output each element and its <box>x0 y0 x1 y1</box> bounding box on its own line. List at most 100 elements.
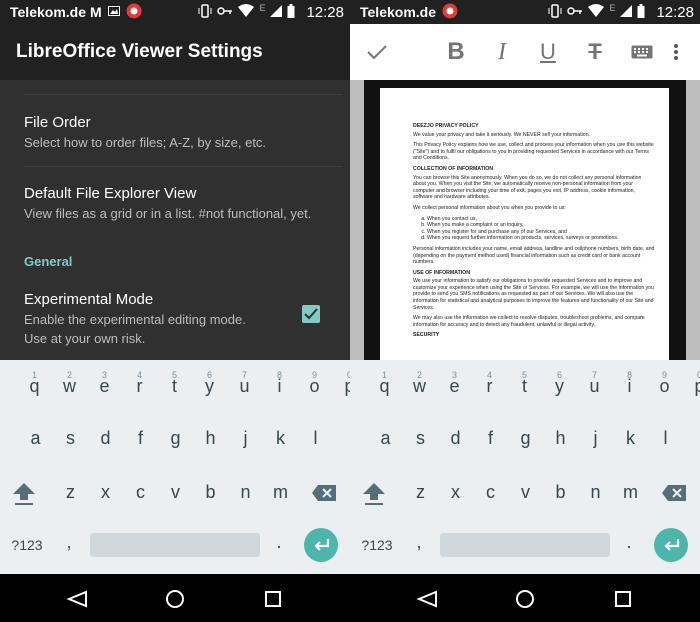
vibrate-icon <box>548 3 562 21</box>
key-q[interactable]: 1q <box>17 370 52 397</box>
italic-button[interactable]: I <box>489 24 515 80</box>
key-i[interactable]: 8i <box>612 370 647 397</box>
key-c[interactable]: c <box>473 482 508 503</box>
soft-keyboard: 1 q 2 w 3 e 4 r 5 t 6 y 7 u 8 i 9 o 0 p a s d f g h j k l z x c v b n m ?123… <box>0 360 350 574</box>
key-k[interactable]: k <box>613 428 648 449</box>
shift-key[interactable] <box>360 480 388 511</box>
key-h[interactable]: h <box>193 428 228 449</box>
key-f[interactable]: f <box>473 428 508 449</box>
key-label: c <box>136 482 145 502</box>
app-notification-icon <box>442 3 458 22</box>
key-u[interactable]: 7u <box>577 370 612 397</box>
enter-key[interactable] <box>654 528 688 562</box>
key-x[interactable]: x <box>438 482 473 503</box>
symbols-key[interactable]: ?123 <box>4 537 50 553</box>
recents-button[interactable] <box>262 588 284 610</box>
setting-file-order[interactable]: File Order Select how to order files; A-… <box>0 113 350 152</box>
key-a[interactable]: a <box>368 428 403 449</box>
key-m[interactable]: m <box>613 482 648 503</box>
key-l[interactable]: l <box>298 428 333 449</box>
backspace-key[interactable] <box>660 484 688 507</box>
m-app-icon: M <box>90 4 102 20</box>
key-o[interactable]: 9o <box>297 370 332 397</box>
key-p[interactable]: 0p <box>682 370 700 397</box>
comma-key[interactable]: , <box>56 532 82 553</box>
italic-label: I <box>498 38 506 65</box>
experimental-mode-checkbox[interactable] <box>302 305 320 323</box>
key-e[interactable]: 3e <box>87 370 122 397</box>
recents-button[interactable] <box>612 588 634 610</box>
key-label: n <box>590 482 601 502</box>
key-t[interactable]: 5t <box>157 370 192 397</box>
period-key[interactable]: . <box>266 532 292 553</box>
keyboard-toggle-button[interactable] <box>630 24 654 80</box>
underline-label: U <box>540 39 556 64</box>
key-label: m <box>273 482 288 502</box>
home-button[interactable] <box>164 588 186 610</box>
key-r[interactable]: 4r <box>472 370 507 397</box>
key-f[interactable]: f <box>123 428 158 449</box>
key-c[interactable]: c <box>123 482 158 503</box>
key-j[interactable]: j <box>228 428 263 449</box>
key-z[interactable]: z <box>53 482 88 503</box>
key-s[interactable]: s <box>53 428 88 449</box>
key-t[interactable]: 5t <box>507 370 542 397</box>
key-d[interactable]: d <box>438 428 473 449</box>
category-general: General <box>24 254 73 269</box>
key-n[interactable]: n <box>578 482 613 503</box>
document-area[interactable]: DEEZJO PRIVACY POLICY We value your priv… <box>350 80 700 360</box>
home-button[interactable] <box>514 588 536 610</box>
key-label: f <box>487 428 493 448</box>
key-m[interactable]: m <box>263 482 298 503</box>
underline-button[interactable]: U <box>535 24 561 80</box>
navigation-bar <box>350 574 700 622</box>
key-o[interactable]: 9o <box>647 370 682 397</box>
back-button[interactable] <box>66 588 88 610</box>
back-icon <box>416 590 437 608</box>
key-v[interactable]: v <box>508 482 543 503</box>
key-b[interactable]: b <box>193 482 228 503</box>
key-i[interactable]: 8i <box>262 370 297 397</box>
key-d[interactable]: d <box>88 428 123 449</box>
key-p[interactable]: 0p <box>332 370 350 397</box>
key-u[interactable]: 7u <box>227 370 262 397</box>
key-w[interactable]: 2w <box>52 370 87 397</box>
setting-experimental-mode[interactable]: Experimental Mode Enable the experimenta… <box>0 290 350 348</box>
key-g[interactable]: g <box>158 428 193 449</box>
key-y[interactable]: 6y <box>542 370 577 397</box>
enter-key[interactable] <box>304 528 338 562</box>
confirm-button[interactable] <box>364 24 390 80</box>
key-l[interactable]: l <box>648 428 683 449</box>
key-s[interactable]: s <box>403 428 438 449</box>
key-q[interactable]: 1q <box>367 370 402 397</box>
key-z[interactable]: z <box>403 482 438 503</box>
document-page[interactable]: DEEZJO PRIVACY POLICY We value your priv… <box>380 88 669 360</box>
symbols-key[interactable]: ?123 <box>354 537 400 553</box>
space-key[interactable] <box>90 533 260 557</box>
checkmark-icon <box>304 308 318 320</box>
key-r[interactable]: 4r <box>122 370 157 397</box>
key-y[interactable]: 6y <box>192 370 227 397</box>
setting-default-file-explorer-view[interactable]: Default File Explorer View View files as… <box>0 184 350 223</box>
key-h[interactable]: h <box>543 428 578 449</box>
key-n[interactable]: n <box>228 482 263 503</box>
bold-button[interactable]: B <box>443 24 469 80</box>
key-e[interactable]: 3e <box>437 370 472 397</box>
comma-key[interactable]: , <box>406 532 432 553</box>
overflow-menu-button[interactable] <box>668 24 684 80</box>
key-b[interactable]: b <box>543 482 578 503</box>
key-w[interactable]: 2w <box>402 370 437 397</box>
backspace-key[interactable] <box>310 484 338 507</box>
shift-key[interactable] <box>10 480 38 511</box>
key-g[interactable]: g <box>508 428 543 449</box>
key-v[interactable]: v <box>158 482 193 503</box>
strikethrough-button[interactable]: T <box>582 24 608 80</box>
key-hint: 6 <box>206 370 212 380</box>
key-k[interactable]: k <box>263 428 298 449</box>
space-key[interactable] <box>440 533 610 557</box>
key-j[interactable]: j <box>578 428 613 449</box>
period-key[interactable]: . <box>616 532 642 553</box>
key-x[interactable]: x <box>88 482 123 503</box>
back-button[interactable] <box>416 588 438 610</box>
key-a[interactable]: a <box>18 428 53 449</box>
